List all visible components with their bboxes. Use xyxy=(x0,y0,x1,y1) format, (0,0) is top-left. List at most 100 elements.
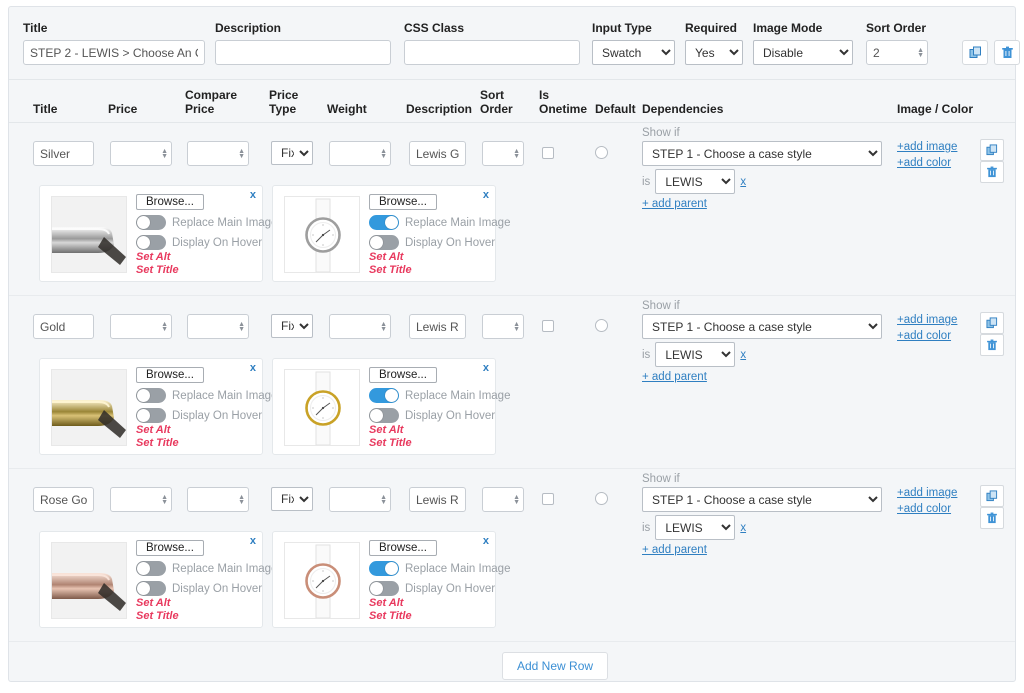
display-on-hover-toggle[interactable] xyxy=(136,581,166,596)
row-price-input[interactable] xyxy=(110,314,172,339)
duplicate-row-button[interactable] xyxy=(980,139,1004,161)
set-alt-link[interactable]: Set Alt xyxy=(136,251,277,263)
row-weight-stepper[interactable]: ▲ ▼ xyxy=(329,141,391,166)
row-price-stepper[interactable]: ▲ ▼ xyxy=(110,314,172,339)
row-sort-order-input[interactable] xyxy=(482,314,524,339)
add-color-link[interactable]: +add color xyxy=(897,157,957,169)
add-new-row-button[interactable]: Add New Row xyxy=(502,652,609,680)
row-price-type-select[interactable]: Fixed xyxy=(271,141,313,165)
dependency-parent-select[interactable]: STEP 1 - Choose a case style xyxy=(642,141,882,166)
row-weight-input[interactable] xyxy=(329,314,391,339)
row-default-radio[interactable] xyxy=(595,319,608,332)
replace-main-image-toggle[interactable] xyxy=(369,215,399,230)
row-sort-order-stepper[interactable]: ▲ ▼ xyxy=(482,487,524,512)
row-price-stepper[interactable]: ▲ ▼ xyxy=(110,141,172,166)
row-default-radio[interactable] xyxy=(595,146,608,159)
description-input[interactable] xyxy=(215,40,391,65)
row-compare-price-stepper[interactable]: ▲ ▼ xyxy=(187,487,249,512)
add-color-link[interactable]: +add color xyxy=(897,503,957,515)
media-card: x Browse... Replace Main Image Display On H… xyxy=(272,185,510,282)
set-title-link[interactable]: Set Title xyxy=(136,264,277,276)
browse-button[interactable]: Browse... xyxy=(369,367,437,383)
replace-main-image-toggle[interactable] xyxy=(136,388,166,403)
row-is-onetime-checkbox[interactable] xyxy=(542,493,554,505)
row-title-input[interactable] xyxy=(33,487,94,512)
display-on-hover-toggle[interactable] xyxy=(136,408,166,423)
row-price-input[interactable] xyxy=(110,487,172,512)
replace-main-image-toggle[interactable] xyxy=(369,388,399,403)
browse-button[interactable]: Browse... xyxy=(136,194,204,210)
dependency-parent-select[interactable]: STEP 1 - Choose a case style xyxy=(642,314,882,339)
set-title-link[interactable]: Set Title xyxy=(369,264,510,276)
set-alt-link[interactable]: Set Alt xyxy=(136,424,277,436)
row-default-radio[interactable] xyxy=(595,492,608,505)
col-compare-price: Compare Price xyxy=(185,88,238,116)
browse-button[interactable]: Browse... xyxy=(369,540,437,556)
set-title-link[interactable]: Set Title xyxy=(369,437,510,449)
add-image-link[interactable]: +add image xyxy=(897,487,957,499)
image-mode-select[interactable]: Disable xyxy=(753,40,853,65)
row-is-onetime-checkbox[interactable] xyxy=(542,320,554,332)
set-alt-link[interactable]: Set Alt xyxy=(369,424,510,436)
value-row: ▲▼ ▲▼ Fixed ▲▼ ▲▼ Show if STEP 1 - Choose a ca… xyxy=(9,295,1015,468)
row-description-input[interactable] xyxy=(409,314,466,339)
row-compare-price-input[interactable] xyxy=(187,487,249,512)
row-title-input[interactable] xyxy=(33,314,94,339)
add-image-link[interactable]: +add image xyxy=(897,141,957,153)
row-price-input[interactable] xyxy=(110,141,172,166)
display-on-hover-toggle[interactable] xyxy=(369,581,399,596)
set-title-link[interactable]: Set Title xyxy=(136,610,277,622)
delete-row-button[interactable] xyxy=(980,507,1004,529)
set-alt-link[interactable]: Set Alt xyxy=(369,251,510,263)
display-on-hover-toggle[interactable] xyxy=(136,235,166,250)
sort-order-stepper[interactable]: ▲▼ xyxy=(866,40,928,65)
row-weight-input[interactable] xyxy=(329,141,391,166)
required-select[interactable]: Yes xyxy=(685,40,743,65)
set-title-link[interactable]: Set Title xyxy=(136,437,277,449)
row-weight-input[interactable] xyxy=(329,487,391,512)
title-input[interactable] xyxy=(23,40,205,65)
row-price-stepper[interactable]: ▲ ▼ xyxy=(110,487,172,512)
input-type-select[interactable]: Swatch xyxy=(592,40,675,65)
delete-row-button[interactable] xyxy=(980,161,1004,183)
row-sort-order-stepper[interactable]: ▲ ▼ xyxy=(482,141,524,166)
sort-order-input[interactable] xyxy=(866,40,928,65)
row-description-input[interactable] xyxy=(409,487,466,512)
media-card: x Browse... Replace Main Image Display On H… xyxy=(39,358,277,455)
css-class-input[interactable] xyxy=(404,40,580,65)
delete-row-button[interactable] xyxy=(980,334,1004,356)
row-sort-order-stepper[interactable]: ▲ ▼ xyxy=(482,314,524,339)
duplicate-row-button[interactable] xyxy=(980,485,1004,507)
browse-button[interactable]: Browse... xyxy=(136,367,204,383)
browse-button[interactable]: Browse... xyxy=(136,540,204,556)
row-compare-price-stepper[interactable]: ▲ ▼ xyxy=(187,314,249,339)
set-title-link[interactable]: Set Title xyxy=(369,610,510,622)
browse-button[interactable]: Browse... xyxy=(369,194,437,210)
replace-main-image-toggle[interactable] xyxy=(136,215,166,230)
replace-main-image-toggle[interactable] xyxy=(136,561,166,576)
display-on-hover-toggle[interactable] xyxy=(369,408,399,423)
delete-option-button[interactable] xyxy=(994,40,1020,65)
add-color-link[interactable]: +add color xyxy=(897,330,957,342)
row-title-input[interactable] xyxy=(33,141,94,166)
media-thumbnail xyxy=(284,369,360,446)
row-sort-order-input[interactable] xyxy=(482,487,524,512)
duplicate-option-button[interactable] xyxy=(962,40,988,65)
row-is-onetime-checkbox[interactable] xyxy=(542,147,554,159)
row-weight-stepper[interactable]: ▲ ▼ xyxy=(329,487,391,512)
replace-main-image-toggle[interactable] xyxy=(369,561,399,576)
row-price-type-select[interactable]: Fixed xyxy=(271,487,313,511)
display-on-hover-toggle[interactable] xyxy=(369,235,399,250)
row-weight-stepper[interactable]: ▲ ▼ xyxy=(329,314,391,339)
row-compare-price-input[interactable] xyxy=(187,141,249,166)
row-price-type-select[interactable]: Fixed xyxy=(271,314,313,338)
row-compare-price-stepper[interactable]: ▲ ▼ xyxy=(187,141,249,166)
row-sort-order-input[interactable] xyxy=(482,141,524,166)
add-image-link[interactable]: +add image xyxy=(897,314,957,326)
dependency-parent-select[interactable]: STEP 1 - Choose a case style xyxy=(642,487,882,512)
set-alt-link[interactable]: Set Alt xyxy=(369,597,510,609)
row-description-input[interactable] xyxy=(409,141,466,166)
row-compare-price-input[interactable] xyxy=(187,314,249,339)
duplicate-row-button[interactable] xyxy=(980,312,1004,334)
set-alt-link[interactable]: Set Alt xyxy=(136,597,277,609)
